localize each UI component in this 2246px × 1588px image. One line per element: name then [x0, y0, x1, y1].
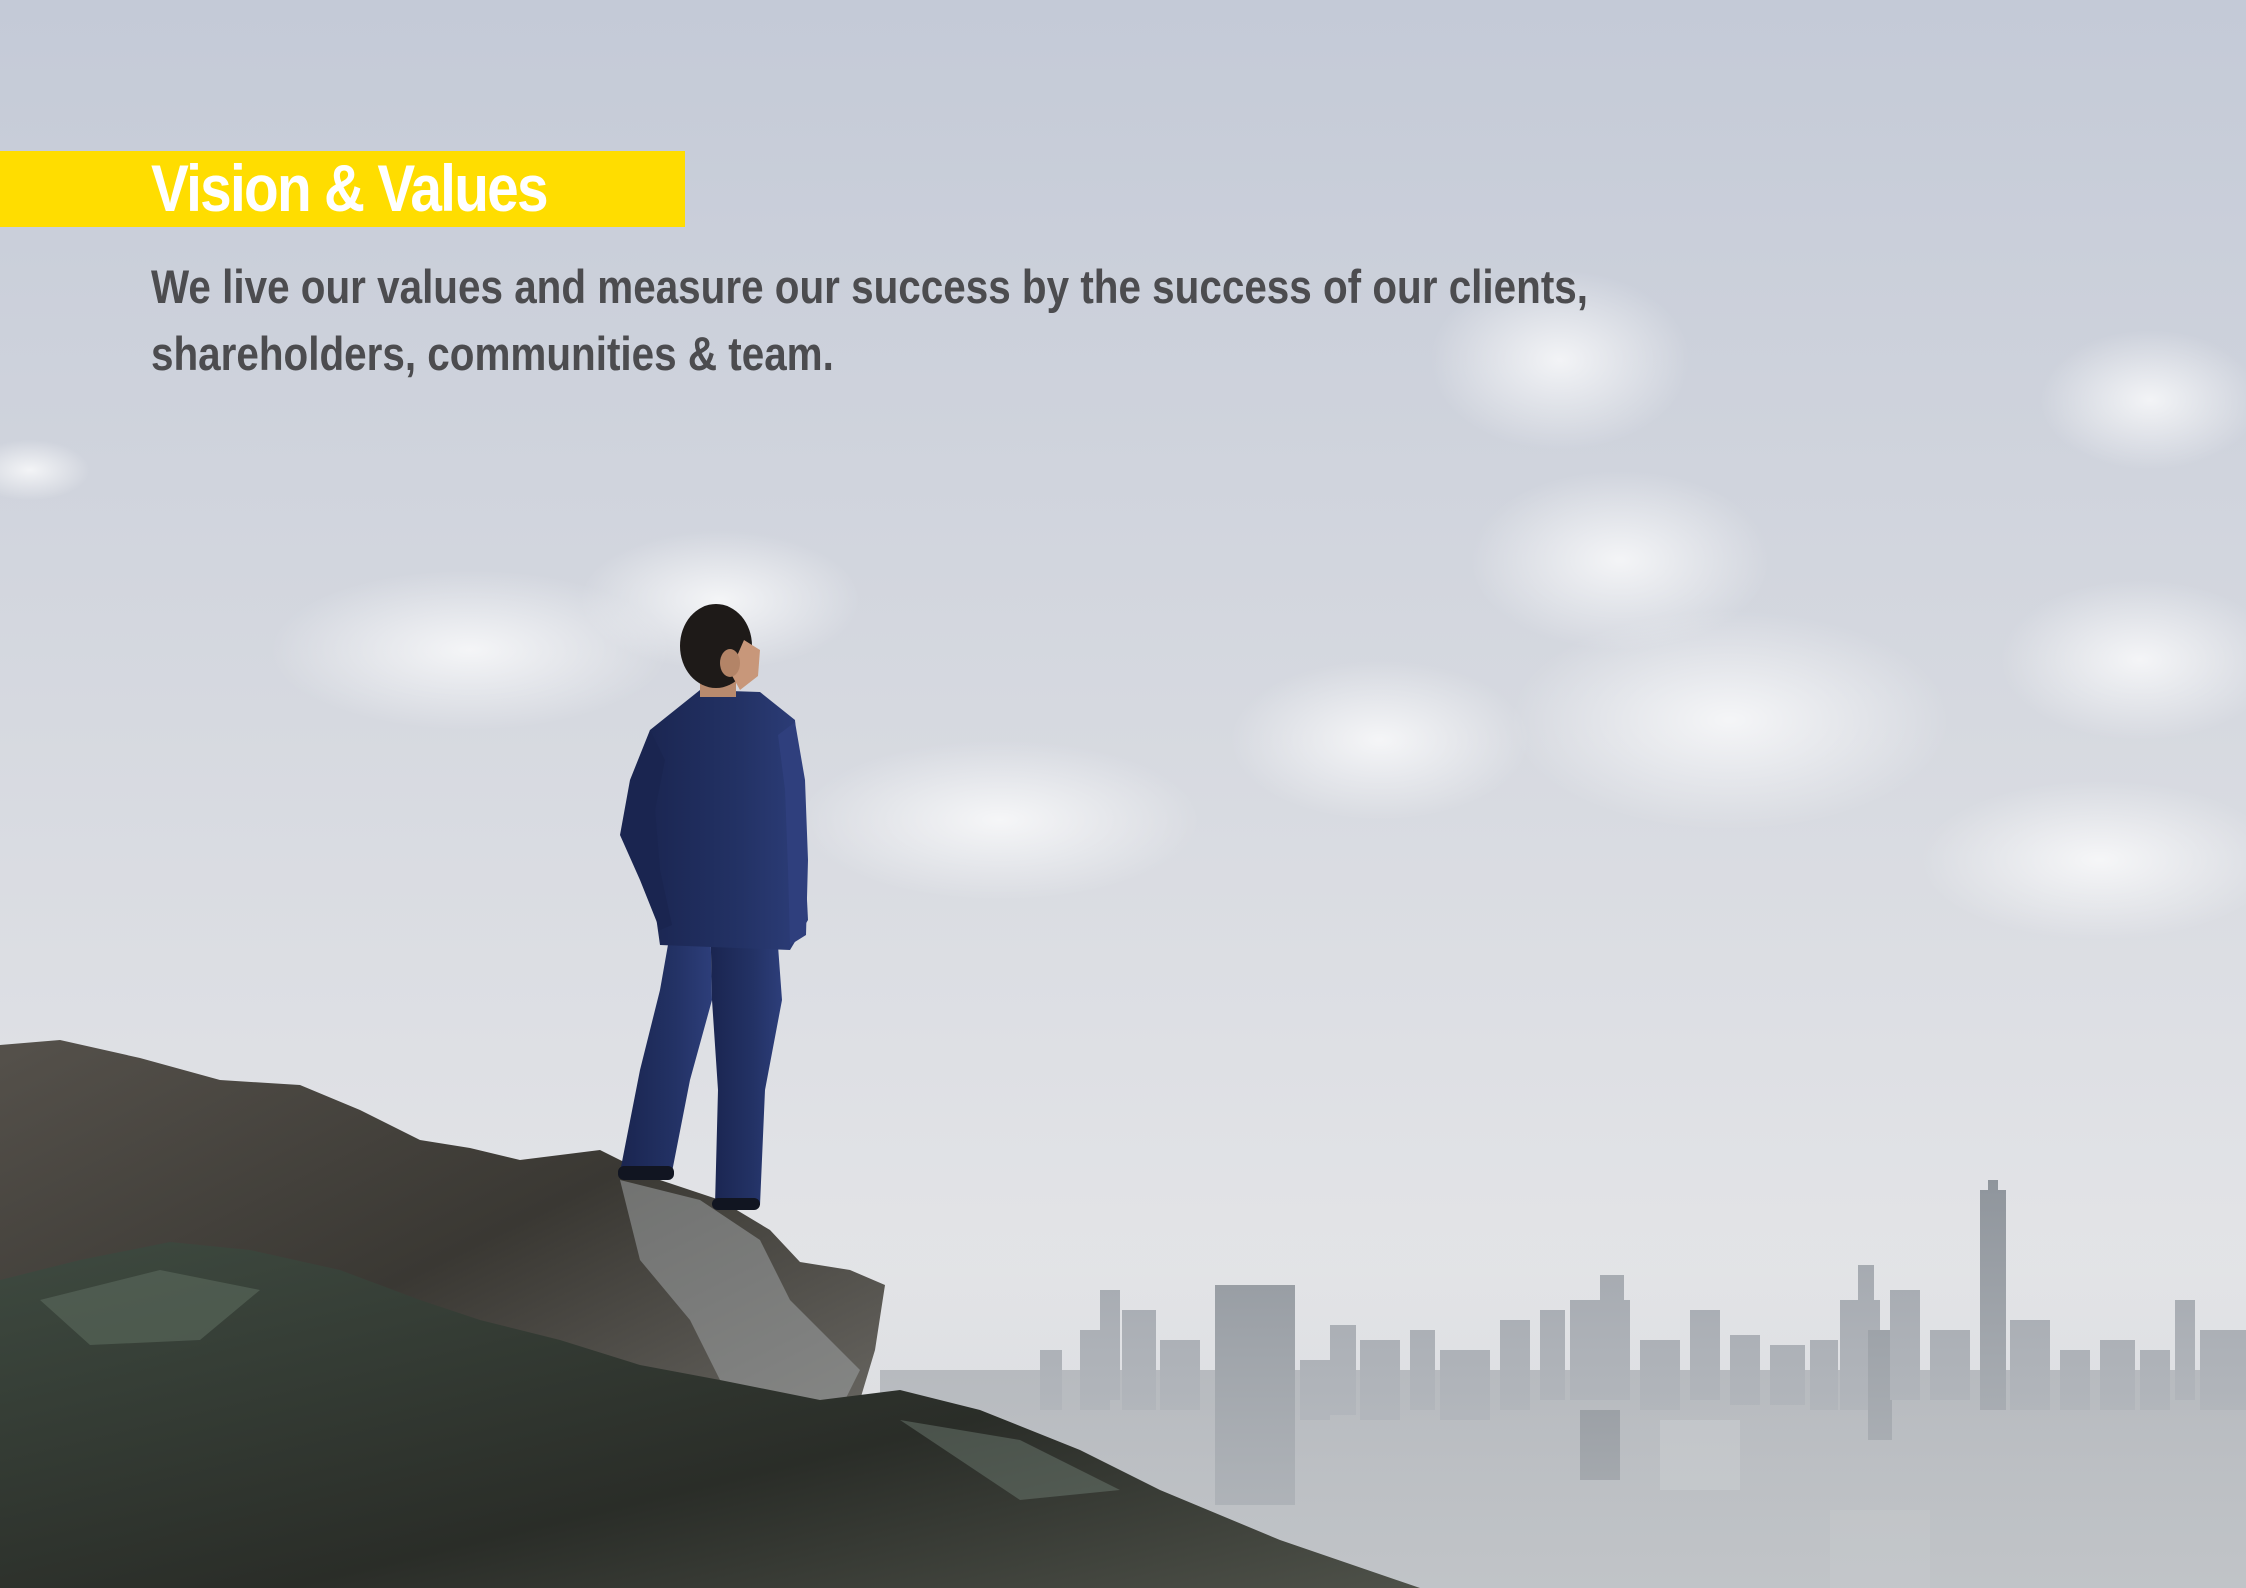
- photo-illustration: [0, 0, 2246, 1588]
- page-subtitle: We live our values and measure our succe…: [151, 260, 1588, 380]
- page-title: Vision & Values: [151, 151, 549, 225]
- background-photo: [0, 0, 2246, 1588]
